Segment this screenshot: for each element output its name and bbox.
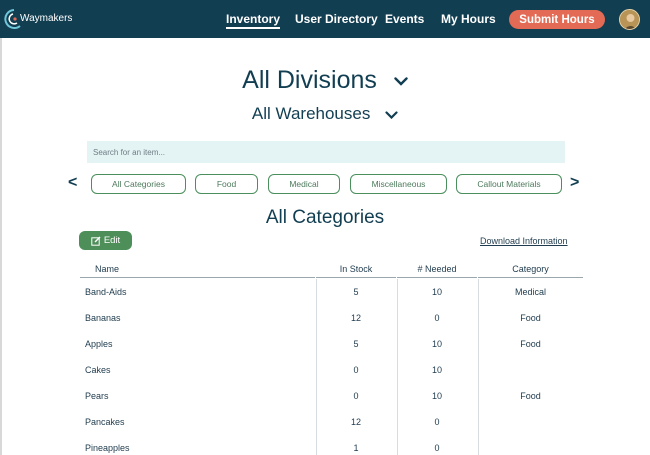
cell-category [478,416,583,428]
category-chip-callout-materials[interactable]: Callout Materials [456,174,562,194]
warehouse-selector[interactable]: All Warehouses [0,104,650,124]
column-header-name[interactable]: Name [80,263,315,278]
cell-name: Pineapples [85,443,130,453]
category-chip-miscellaneous[interactable]: Miscellaneous [350,174,447,194]
chevron-left-icon[interactable]: < [68,175,77,191]
nav-my-hours[interactable]: My Hours [441,12,496,26]
column-header-needed[interactable]: # Needed [397,263,477,278]
cell-needed: 0 [434,417,440,427]
cell-category [478,364,583,376]
cell-in-stock: 5 [353,339,359,349]
division-label: All Divisions [242,66,377,94]
nav-events[interactable]: Events [385,12,424,26]
cell-name: Pancakes [85,417,125,427]
cell-category: Food [520,391,541,401]
section-title: All Categories [265,207,385,228]
top-nav: Waymakers Inventory User Directory Event… [0,0,650,38]
division-selector[interactable]: All Divisions [0,66,650,95]
cell-needed: 10 [431,365,442,375]
cell-needed: 0 [434,443,440,453]
cell-category: Food [520,313,541,323]
warehouse-label: All Warehouses [251,104,371,123]
cell-in-stock: 12 [350,313,361,323]
cell-name: Apples [85,339,113,349]
category-chip-medical[interactable]: Medical [268,174,340,194]
search-input[interactable] [87,141,565,163]
cell-needed: 10 [431,287,442,297]
edit-button-label: Edit [103,235,121,246]
edit-icon [91,236,101,246]
cell-in-stock: 1 [353,443,359,453]
download-information-link[interactable]: Download Information [480,236,568,246]
chevron-right-icon[interactable]: > [570,175,579,191]
cell-in-stock: 0 [353,365,359,375]
cell-in-stock: 0 [353,391,359,401]
left-edge-divider [0,38,2,455]
cell-name: Cakes [85,365,111,375]
column-header-category[interactable]: Category [478,263,583,278]
cell-category: Medical [514,287,546,297]
submit-hours-button[interactable]: Submit Hours [509,10,605,29]
cell-name: Pears [85,391,109,401]
cell-needed: 10 [431,339,442,349]
chevron-down-icon[interactable] [385,110,398,119]
edit-button[interactable]: Edit [79,231,132,250]
cell-category [478,442,583,454]
cell-name: Band-Aids [85,287,127,297]
cell-in-stock: 5 [353,287,359,297]
avatar[interactable] [619,9,640,30]
chevron-down-icon[interactable] [394,77,408,86]
brand-name[interactable]: Waymakers [20,13,72,24]
category-chip-all[interactable]: All Categories [91,174,186,194]
user-avatar-icon [620,10,639,29]
nav-inventory[interactable]: Inventory [226,12,281,29]
cell-category: Food [520,339,541,349]
cell-needed: 10 [431,391,442,401]
category-chip-food[interactable]: Food [195,174,258,194]
cell-in-stock: 12 [350,417,361,427]
cell-name: Bananas [85,313,121,323]
column-header-in-stock[interactable]: In Stock [316,263,396,278]
cell-needed: 0 [434,313,440,323]
nav-user-directory[interactable]: User Directory [295,12,378,26]
